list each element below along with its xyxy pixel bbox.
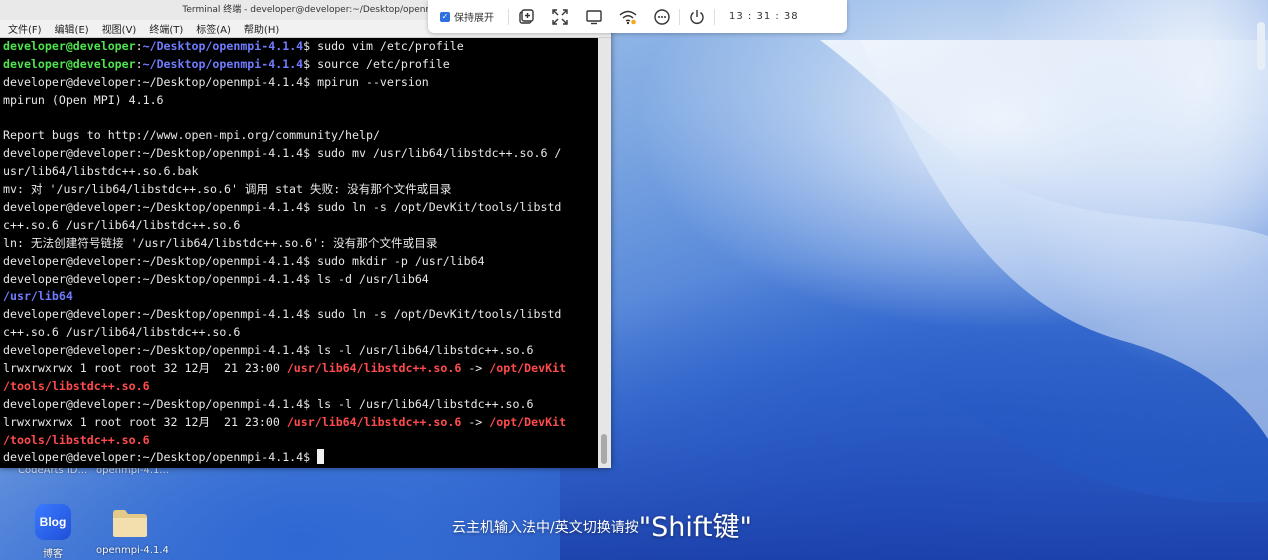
- terminal-text: ->: [461, 414, 490, 429]
- terminal-line: developer@developer:~/Desktop/openmpi-4.…: [0, 271, 598, 289]
- terminal-text: c++.so.6 /usr/lib64/libstdc++.so.6: [3, 217, 241, 232]
- terminal-text: :: [135, 39, 143, 53]
- terminal-line: developer@developer:~/Desktop/openmpi-4.…: [0, 253, 598, 271]
- terminal-scroll-thumb[interactable]: [601, 434, 607, 464]
- terminal-line: developer@developer:~/Desktop/openmpi-4.…: [0, 449, 598, 467]
- menu-edit[interactable]: 编辑(E): [55, 21, 89, 36]
- terminal-text: /usr/lib64/libstdc++.so.6: [286, 414, 462, 429]
- terminal-line: /usr/lib64: [0, 288, 598, 306]
- terminal-text: developer@developer: [3, 39, 136, 53]
- terminal-text: ~/Desktop/openmpi-4.1.4: [142, 39, 304, 53]
- more-icon[interactable]: [653, 8, 671, 26]
- divider: [714, 8, 715, 25]
- terminal-text: mv: 对 '/usr/lib64/libstdc++.so.6' 调用 sta…: [3, 182, 452, 197]
- terminal-line: mpirun (Open MPI) 4.1.6: [0, 92, 598, 110]
- terminal-line: developer@developer:~/Desktop/openmpi-4.…: [0, 145, 598, 163]
- divider: [679, 8, 680, 25]
- menu-view[interactable]: 视图(V): [102, 21, 137, 36]
- terminal-line: lrwxrwxrwx 1 root root 32 12月 21 23:00 /…: [0, 360, 598, 378]
- terminal-text: developer@developer:~/Desktop/openmpi-4.…: [3, 307, 562, 322]
- terminal-line: c++.so.6 /usr/lib64/libstdc++.so.6: [0, 217, 598, 235]
- terminal-line: lrwxrwxrwx 1 root root 32 12月 21 23:00 /…: [0, 414, 598, 432]
- monitor-icon[interactable]: [585, 8, 603, 26]
- terminal-scrollbar[interactable]: [598, 38, 611, 468]
- menu-file[interactable]: 文件(F): [8, 21, 42, 36]
- ime-switch-tip: 云主机输入法中/英文切换请按"Shift键": [452, 505, 752, 544]
- terminal-text: developer@developer: [3, 56, 136, 71]
- terminal-text: /tools/libstdc++.so.6: [3, 432, 150, 447]
- terminal-text: ln: 无法创建符号链接 '/usr/lib64/libstdc++.so.6'…: [3, 235, 438, 250]
- terminal-text: $ sudo vim /etc/profile: [303, 39, 464, 53]
- keep-expanded-label[interactable]: 保持展开: [454, 9, 494, 24]
- terminal-text: developer@developer:~/Desktop/openmpi-4.…: [3, 200, 562, 215]
- terminal-text: /usr/lib64/libstdc++.so.6: [286, 361, 462, 376]
- terminal-line: Report bugs to http://www.open-mpi.org/c…: [0, 127, 598, 145]
- fullscreen-icon[interactable]: [551, 8, 569, 26]
- terminal-text: /opt/DevKit: [489, 414, 567, 429]
- terminal-text: c++.so.6 /usr/lib64/libstdc++.so.6: [3, 325, 241, 340]
- terminal-text: usr/lib64/libstdc++.so.6.bak: [3, 164, 199, 179]
- desktop-scroll-indicator[interactable]: [1257, 22, 1265, 70]
- menu-help[interactable]: 帮助(H): [244, 21, 279, 36]
- terminal-text: developer@developer:~/Desktop/openmpi-4.…: [3, 450, 318, 465]
- power-icon[interactable]: [688, 8, 706, 26]
- blog-app-icon[interactable]: Blog: [35, 504, 71, 540]
- terminal-line: usr/lib64/libstdc++.so.6.bak: [0, 163, 598, 181]
- terminal-text: ->: [461, 361, 490, 376]
- terminal-line: developer@developer:~/Desktop/openmpi-4.…: [0, 74, 598, 92]
- wallpaper-wave: [560, 40, 1268, 560]
- terminal-text: developer@developer:~/Desktop/openmpi-4.…: [3, 343, 534, 358]
- menu-terminal[interactable]: 终端(T): [149, 21, 183, 36]
- terminal-text: mpirun (Open MPI) 4.1.6: [3, 92, 164, 107]
- terminal-text: developer@developer:~/Desktop/openmpi-4.…: [3, 271, 429, 286]
- wifi-icon[interactable]: [619, 8, 637, 26]
- terminal-text: /opt/DevKit: [489, 361, 567, 376]
- folder-icon[interactable]: [112, 508, 148, 538]
- add-window-icon[interactable]: [517, 8, 535, 26]
- terminal-text: $ source /etc/profile: [303, 56, 450, 71]
- terminal-line: developer@developer:~/Desktop/openmpi-4.…: [0, 199, 598, 217]
- terminal-line: developer@developer:~/Desktop/openmpi-4.…: [0, 306, 598, 324]
- remote-control-bar: ✓ 保持展开 13 : 31 : 38: [428, 0, 847, 33]
- terminal-output[interactable]: developer@developer:~/Desktop/openmpi-4.…: [0, 38, 598, 468]
- terminal-text: /tools/libstdc++.so.6: [3, 378, 150, 393]
- terminal-text: developer@developer:~/Desktop/openmpi-4.…: [3, 253, 485, 268]
- terminal-cursor: [317, 449, 325, 465]
- terminal-text: lrwxrwxrwx 1 root root 32 12月 21 23:00: [3, 414, 287, 429]
- keep-expanded-checkbox[interactable]: ✓: [440, 11, 450, 22]
- menu-tabs[interactable]: 标签(A): [196, 21, 231, 36]
- terminal-line: ln: 无法创建符号链接 '/usr/lib64/libstdc++.so.6'…: [0, 235, 598, 253]
- terminal-text: Report bugs to http://www.open-mpi.org/c…: [3, 128, 380, 143]
- terminal-line: developer@developer:~/Desktop/openmpi-4.…: [0, 38, 598, 56]
- terminal-text: :: [135, 56, 143, 71]
- blog-icon-text: Blog: [39, 515, 67, 529]
- terminal-text: lrwxrwxrwx 1 root root 32 12月 21 23:00: [3, 361, 287, 376]
- terminal-line: c++.so.6 /usr/lib64/libstdc++.so.6: [0, 324, 598, 342]
- terminal-text: /usr/lib64: [3, 289, 73, 304]
- terminal-text: developer@developer:~/Desktop/openmpi-4.…: [3, 396, 534, 411]
- terminal-text: developer@developer:~/Desktop/openmpi-4.…: [3, 146, 562, 161]
- terminal-window[interactable]: Terminal 终端 - developer@developer:~/Desk…: [0, 0, 611, 468]
- terminal-text: ~/Desktop/openmpi-4.1.4: [142, 56, 304, 71]
- folder-icon-label[interactable]: openmpi-4.1.4: [96, 545, 169, 556]
- terminal-line: developer@developer:~/Desktop/openmpi-4.…: [0, 342, 598, 360]
- ime-tip-text: 云主机输入法中/英文切换请按: [452, 520, 639, 536]
- session-timer: 13 : 31 : 38: [729, 11, 799, 22]
- divider: [508, 8, 509, 25]
- terminal-line: developer@developer:~/Desktop/openmpi-4.…: [0, 56, 598, 74]
- terminal-line: developer@developer:~/Desktop/openmpi-4.…: [0, 396, 598, 414]
- terminal-line: /tools/libstdc++.so.6: [0, 432, 598, 450]
- blog-icon-label[interactable]: 博客: [43, 545, 63, 560]
- terminal-text: developer@developer:~/Desktop/openmpi-4.…: [3, 74, 429, 89]
- terminal-line: /tools/libstdc++.so.6: [0, 378, 598, 396]
- ime-tip-key: "Shift键": [638, 512, 752, 543]
- terminal-line: mv: 对 '/usr/lib64/libstdc++.so.6' 调用 sta…: [0, 181, 598, 199]
